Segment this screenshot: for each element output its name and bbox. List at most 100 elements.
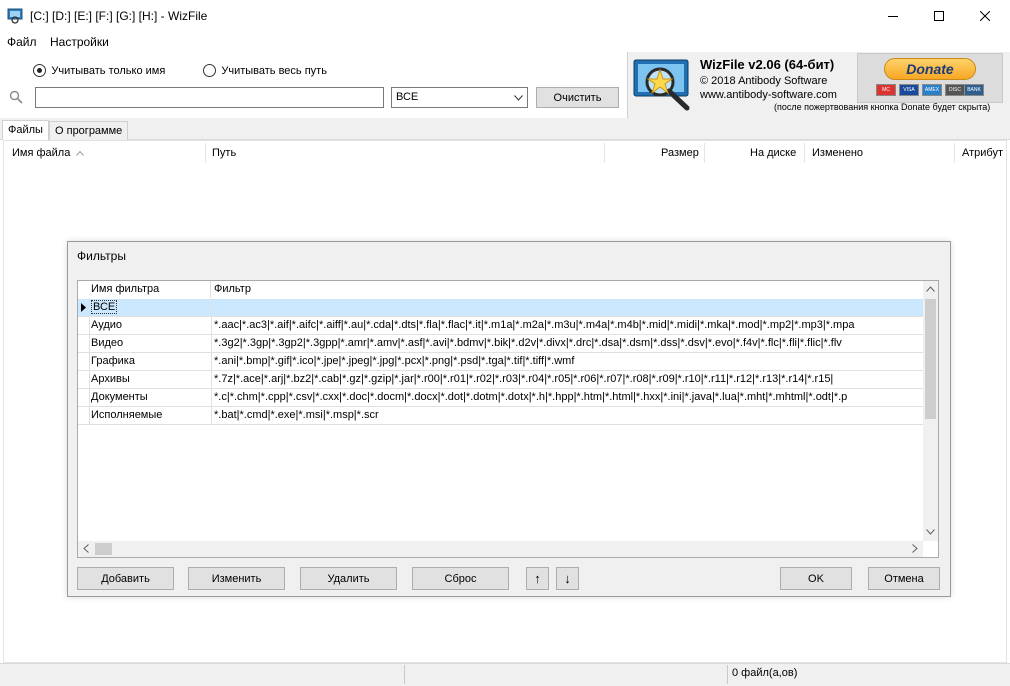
filter-row[interactable]: Аудио *.aac|*.ac3|*.aif|*.aifc|*.aiff|*.… [78, 317, 923, 335]
add-filter-button[interactable]: Добавить [77, 567, 174, 590]
close-button[interactable] [962, 0, 1008, 32]
search-input[interactable] [35, 87, 384, 108]
move-up-button[interactable]: ↑ [526, 567, 549, 590]
row-indicator [78, 317, 90, 334]
edit-filter-button[interactable]: Изменить [188, 567, 285, 590]
cell-divider [211, 353, 212, 370]
radio-button[interactable] [203, 64, 216, 78]
cancel-button[interactable]: Отмена [868, 567, 940, 590]
clear-button[interactable]: Очистить [536, 87, 619, 108]
website-link[interactable]: www.antibody-software.com [700, 89, 837, 101]
row-indicator [78, 335, 90, 352]
status-bar [0, 663, 1010, 686]
column-header-attributes[interactable]: Атрибут [962, 147, 1004, 159]
row-indicator [78, 407, 90, 424]
window-title: [C:] [D:] [E:] [F:] [G:] [H:] - WizFile [30, 9, 208, 23]
filter-select[interactable]: ВСЕ [391, 87, 528, 108]
file-count: 0 файл(а,ов) [732, 667, 798, 679]
row-indicator [78, 371, 90, 388]
filter-row[interactable]: Архивы *.7z|*.ace|*.arj|*.bz2|*.cab|*.gz… [78, 371, 923, 389]
filter-name: Аудио [91, 319, 123, 331]
dialog-title: Фильтры [77, 249, 126, 263]
filter-name: Видео [91, 337, 124, 349]
menu-settings[interactable]: Настройки [50, 35, 109, 49]
filter-name: Архивы [91, 373, 130, 385]
tab-files[interactable]: Файлы [2, 120, 49, 140]
scroll-down-icon[interactable] [926, 529, 935, 535]
minimize-button[interactable] [870, 0, 916, 32]
cell-divider [211, 407, 212, 424]
scroll-right-icon[interactable] [912, 544, 918, 553]
grid-header-filter[interactable]: Фильтр [214, 283, 251, 295]
column-divider [205, 143, 206, 163]
chevron-down-icon [514, 95, 523, 101]
row-indicator [78, 389, 90, 406]
column-header-path[interactable]: Путь [212, 147, 236, 159]
sort-ascending-icon [76, 150, 85, 156]
column-divider [604, 143, 605, 163]
radio-button[interactable] [33, 64, 46, 78]
ok-button[interactable]: OK [780, 567, 852, 590]
filter-name: ВСЕ [91, 300, 118, 314]
radio-full-path-label: Учитывать весь путь [221, 65, 327, 77]
horizontal-scrollbar[interactable] [78, 541, 923, 557]
menu-file[interactable]: Файл [7, 35, 37, 49]
vertical-scroll-thumb[interactable] [925, 299, 936, 419]
search-icon [9, 90, 23, 107]
column-divider [954, 143, 955, 163]
filter-row[interactable]: Исполняемые *.bat|*.cmd|*.exe|*.msi|*.ms… [78, 407, 923, 425]
filter-row[interactable]: Документы *.c|*.chm|*.cpp|*.csv|*.cxx|*.… [78, 389, 923, 407]
maximize-button[interactable] [916, 0, 962, 32]
filter-name: Графика [91, 355, 135, 367]
column-header-name[interactable]: Имя файла [12, 147, 85, 159]
filter-name: Документы [91, 391, 148, 403]
product-name: WizFile v2.06 (64-бит) [700, 57, 835, 72]
filter-select-value: ВСЕ [396, 91, 419, 103]
discover-icon: DISC [945, 84, 965, 96]
horizontal-scroll-thumb[interactable] [95, 543, 112, 555]
visa-icon: VISA [899, 84, 919, 96]
tab-about[interactable]: О программе [49, 121, 129, 141]
amex-icon: AMEX [922, 84, 942, 96]
cell-divider [211, 299, 212, 316]
scroll-up-icon[interactable] [926, 286, 935, 292]
column-header-on-disk[interactable]: На диске [750, 147, 796, 159]
filter-name: Исполняемые [91, 409, 163, 421]
column-divider [210, 281, 211, 298]
filter-row[interactable]: Графика *.ani|*.bmp|*.gif|*.ico|*.jpe|*.… [78, 353, 923, 371]
current-row-icon [81, 303, 86, 312]
status-divider [404, 665, 405, 684]
minimize-icon [888, 16, 898, 17]
bank-icon: BANK [964, 84, 984, 96]
copyright: © 2018 Antibody Software [700, 75, 828, 87]
filter-row[interactable]: ВСЕ [78, 299, 923, 317]
radio-name-only-label: Учитывать только имя [51, 65, 166, 77]
filter-row[interactable]: Видео *.3g2|*.3gp|*.3gp2|*.3gpp|*.amr|*.… [78, 335, 923, 353]
radio-full-path[interactable]: Учитывать весь путь [203, 63, 327, 78]
scroll-left-icon[interactable] [83, 544, 89, 553]
grid-header-name[interactable]: Имя фильтра [91, 283, 159, 295]
search-panel [0, 52, 627, 118]
maximize-icon [934, 11, 944, 21]
radio-name-only[interactable]: Учитывать только имя [33, 63, 166, 78]
row-indicator [78, 353, 90, 370]
tab-strip [0, 118, 1010, 140]
filter-pattern: *.bat|*.cmd|*.exe|*.msi|*.msp|*.scr [214, 409, 379, 421]
mastercard-icon: MC [876, 84, 896, 96]
row-indicator [78, 299, 90, 316]
reset-filters-button[interactable]: Сброс [412, 567, 509, 590]
filter-pattern: *.3g2|*.3gp|*.3gp2|*.3gpp|*.amr|*.amv|*.… [214, 337, 842, 349]
filter-pattern: *.ani|*.bmp|*.gif|*.ico|*.jpe|*.jpeg|*.j… [214, 355, 575, 367]
move-down-button[interactable]: ↓ [556, 567, 579, 590]
donate-button[interactable]: Donate [884, 58, 976, 80]
vertical-scrollbar[interactable] [923, 281, 938, 541]
cell-divider [211, 371, 212, 388]
delete-filter-button[interactable]: Удалить [300, 567, 397, 590]
column-header-size[interactable]: Размер [661, 147, 699, 159]
cell-divider [211, 335, 212, 352]
column-header-name-label: Имя файла [12, 147, 71, 159]
filter-pattern: *.7z|*.ace|*.arj|*.bz2|*.cab|*.gz|*.gzip… [214, 373, 834, 385]
column-header-modified[interactable]: Изменено [812, 147, 863, 159]
cell-divider [211, 389, 212, 406]
status-divider [727, 665, 728, 684]
